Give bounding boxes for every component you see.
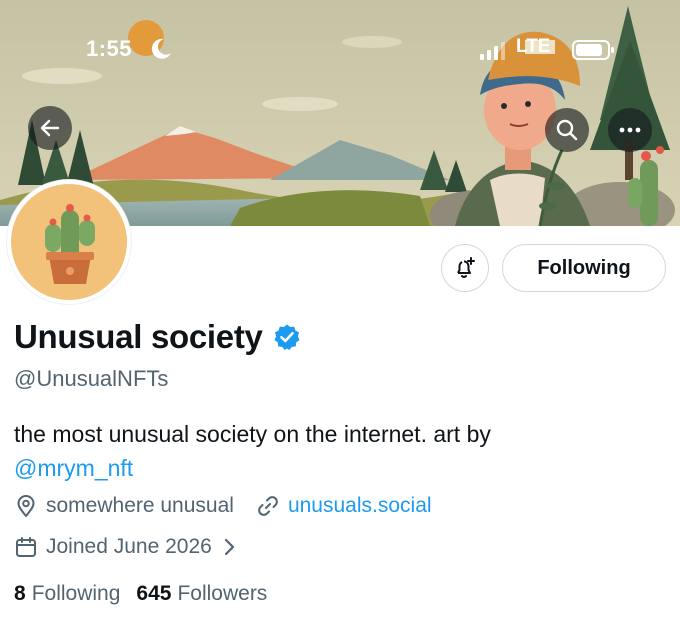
profile-meta-row: somewhere unusual unusuals.social (14, 494, 432, 518)
avatar[interactable] (7, 180, 131, 304)
back-button[interactable] (28, 106, 72, 150)
followers-count-link[interactable]: 645 Followers (136, 582, 267, 606)
chevron-right-icon (224, 538, 234, 556)
followers-label: Followers (177, 582, 268, 605)
following-button[interactable]: Following (502, 244, 666, 292)
more-dots-icon (619, 127, 641, 133)
bio: the most unusual society on the internet… (14, 417, 654, 485)
joined-text: Joined June 2026 (46, 535, 212, 558)
calendar-icon (16, 537, 36, 557)
back-arrow-icon (40, 119, 60, 137)
following-count-link[interactable]: 8 Following (14, 582, 120, 606)
location-pin-icon (17, 495, 35, 517)
user-handle: @UnusualNFTs (14, 366, 169, 391)
bell-plus-icon (457, 257, 475, 278)
notification-button[interactable] (441, 244, 489, 292)
signal-icon (480, 42, 505, 60)
network-label: LTE (516, 36, 551, 57)
joined-row[interactable]: Joined June 2026 (14, 535, 236, 559)
follow-counts: 8 Following 645 Followers (14, 582, 267, 606)
display-name: Unusual society (14, 318, 263, 355)
following-count: 8 (14, 582, 26, 605)
cactus-avatar-image (11, 184, 127, 300)
name-row: Unusual society (14, 318, 301, 356)
status-time: 1:55 (86, 36, 133, 61)
bio-mention-link[interactable]: @mrym_nft (14, 455, 133, 481)
search-button[interactable] (545, 108, 589, 152)
location-text: somewhere unusual (46, 494, 234, 517)
more-button[interactable] (608, 108, 652, 152)
followers-count: 645 (136, 582, 172, 605)
bio-text: the most unusual society on the internet… (14, 421, 491, 447)
website-link[interactable]: unusuals.social (288, 494, 432, 518)
verified-badge-icon[interactable] (273, 323, 301, 351)
search-icon (556, 119, 578, 141)
following-label: Following (31, 582, 121, 605)
moon-icon (151, 38, 171, 59)
link-icon (258, 496, 278, 516)
battery-icon (572, 40, 614, 60)
